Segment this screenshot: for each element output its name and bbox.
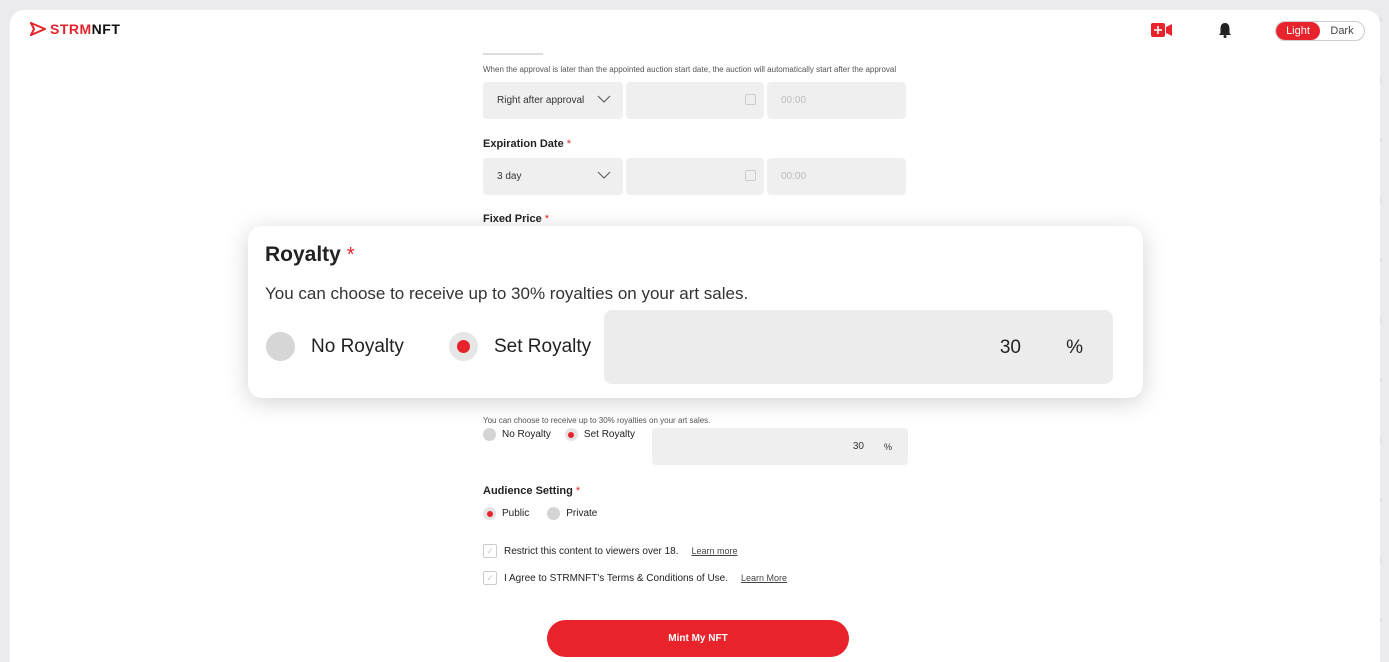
required-mark: * bbox=[346, 244, 355, 266]
audience-private-option[interactable]: Private bbox=[547, 507, 597, 520]
public-radio[interactable] bbox=[483, 507, 496, 520]
zoom-royalty-input[interactable]: 30 % bbox=[604, 310, 1113, 384]
start-date-row: Right after approval 00:00 bbox=[483, 82, 913, 119]
royalty-label: Royalty * bbox=[265, 243, 355, 266]
audience-setting-label: Audience Setting * bbox=[483, 485, 581, 497]
start-date-select[interactable]: Right after approval bbox=[483, 82, 623, 119]
audience-options: Public Private bbox=[483, 507, 597, 520]
royalty-unit: % bbox=[883, 441, 892, 452]
set-royalty-option[interactable]: Set Royalty bbox=[564, 428, 635, 441]
restrict-text: Restrict this content to viewers over 18… bbox=[504, 545, 679, 557]
expiration-time-input[interactable]: 00:00 bbox=[767, 158, 906, 195]
royalty-note: You can choose to receive up to 30% roya… bbox=[483, 416, 711, 425]
required-mark: * bbox=[566, 138, 572, 150]
calendar-icon bbox=[745, 94, 756, 105]
logo[interactable]: STRM NFT bbox=[30, 21, 120, 37]
royalty-description: You can choose to receive up to 30% roya… bbox=[265, 284, 749, 303]
no-royalty-option[interactable]: No Royalty bbox=[483, 428, 551, 441]
start-date-select-value: Right after approval bbox=[497, 95, 585, 106]
logo-mark-icon bbox=[30, 22, 46, 36]
audience-public-option[interactable]: Public bbox=[483, 507, 529, 520]
agree-checkbox[interactable]: ✓ bbox=[483, 571, 497, 585]
start-date-label-clipped bbox=[483, 53, 543, 58]
zoom-no-royalty-radio[interactable] bbox=[266, 332, 295, 361]
no-royalty-radio[interactable] bbox=[483, 428, 496, 441]
top-bar: STRM NFT Light Dark bbox=[10, 10, 1380, 50]
zoom-royalty-unit: % bbox=[1066, 337, 1083, 358]
expiration-date-row: 3 day 00:00 bbox=[483, 158, 913, 195]
fixed-price-label: Fixed Price * bbox=[483, 213, 550, 225]
private-radio[interactable] bbox=[547, 507, 561, 520]
start-time-placeholder: 00:00 bbox=[781, 95, 807, 106]
mint-my-nft-button[interactable]: Mint My NFT bbox=[547, 620, 849, 657]
royalty-row: No Royalty Set Royalty 30 % bbox=[483, 428, 913, 465]
royalty-value: 30 bbox=[852, 441, 864, 452]
chevron-down-icon bbox=[597, 171, 611, 179]
logo-text-strm: STRM bbox=[50, 21, 92, 37]
zoom-royalty-value: 30 bbox=[999, 337, 1021, 358]
theme-dark-option[interactable]: Dark bbox=[1320, 22, 1364, 40]
zoom-set-royalty-radio[interactable] bbox=[449, 332, 478, 361]
royalty-zoom-callout: Royalty * You can choose to receive up t… bbox=[248, 226, 1143, 398]
start-date-picker[interactable] bbox=[626, 82, 764, 119]
agree-row: ✓ I Agree to STRMNFT's Terms & Condition… bbox=[483, 571, 787, 585]
expiration-select[interactable]: 3 day bbox=[483, 158, 623, 195]
calendar-icon bbox=[745, 170, 756, 181]
agree-text: I Agree to STRMNFT's Terms & Conditions … bbox=[504, 572, 729, 584]
mint-form: When the approval is later than the appo… bbox=[483, 50, 913, 585]
theme-toggle[interactable]: Light Dark bbox=[1275, 21, 1365, 41]
expiration-select-value: 3 day bbox=[497, 171, 522, 182]
chevron-down-icon bbox=[597, 95, 611, 103]
set-royalty-radio[interactable] bbox=[564, 428, 578, 441]
restrict-learn-more-link[interactable]: Learn more bbox=[692, 546, 738, 556]
royalty-input[interactable]: 30 % bbox=[652, 428, 908, 465]
bell-icon[interactable] bbox=[1218, 22, 1232, 38]
theme-light-option[interactable]: Light bbox=[1276, 22, 1320, 40]
agree-learn-more-link[interactable]: Learn More bbox=[741, 573, 787, 583]
zoom-no-royalty-option[interactable]: No Royalty bbox=[266, 332, 404, 361]
restrict-row: ✓ Restrict this content to viewers over … bbox=[483, 544, 738, 558]
go-live-camera-icon[interactable] bbox=[1151, 22, 1173, 38]
expiration-date-label: Expiration Date * bbox=[483, 138, 572, 150]
expiration-time-placeholder: 00:00 bbox=[781, 171, 807, 182]
restrict-checkbox[interactable]: ✓ bbox=[483, 544, 497, 558]
logo-text-nft: NFT bbox=[91, 21, 121, 37]
start-date-note: When the approval is later than the appo… bbox=[483, 65, 897, 74]
start-time-input[interactable]: 00:00 bbox=[767, 82, 906, 119]
expiration-date-picker[interactable] bbox=[626, 158, 764, 195]
zoom-set-royalty-option[interactable]: Set Royalty bbox=[449, 332, 591, 361]
